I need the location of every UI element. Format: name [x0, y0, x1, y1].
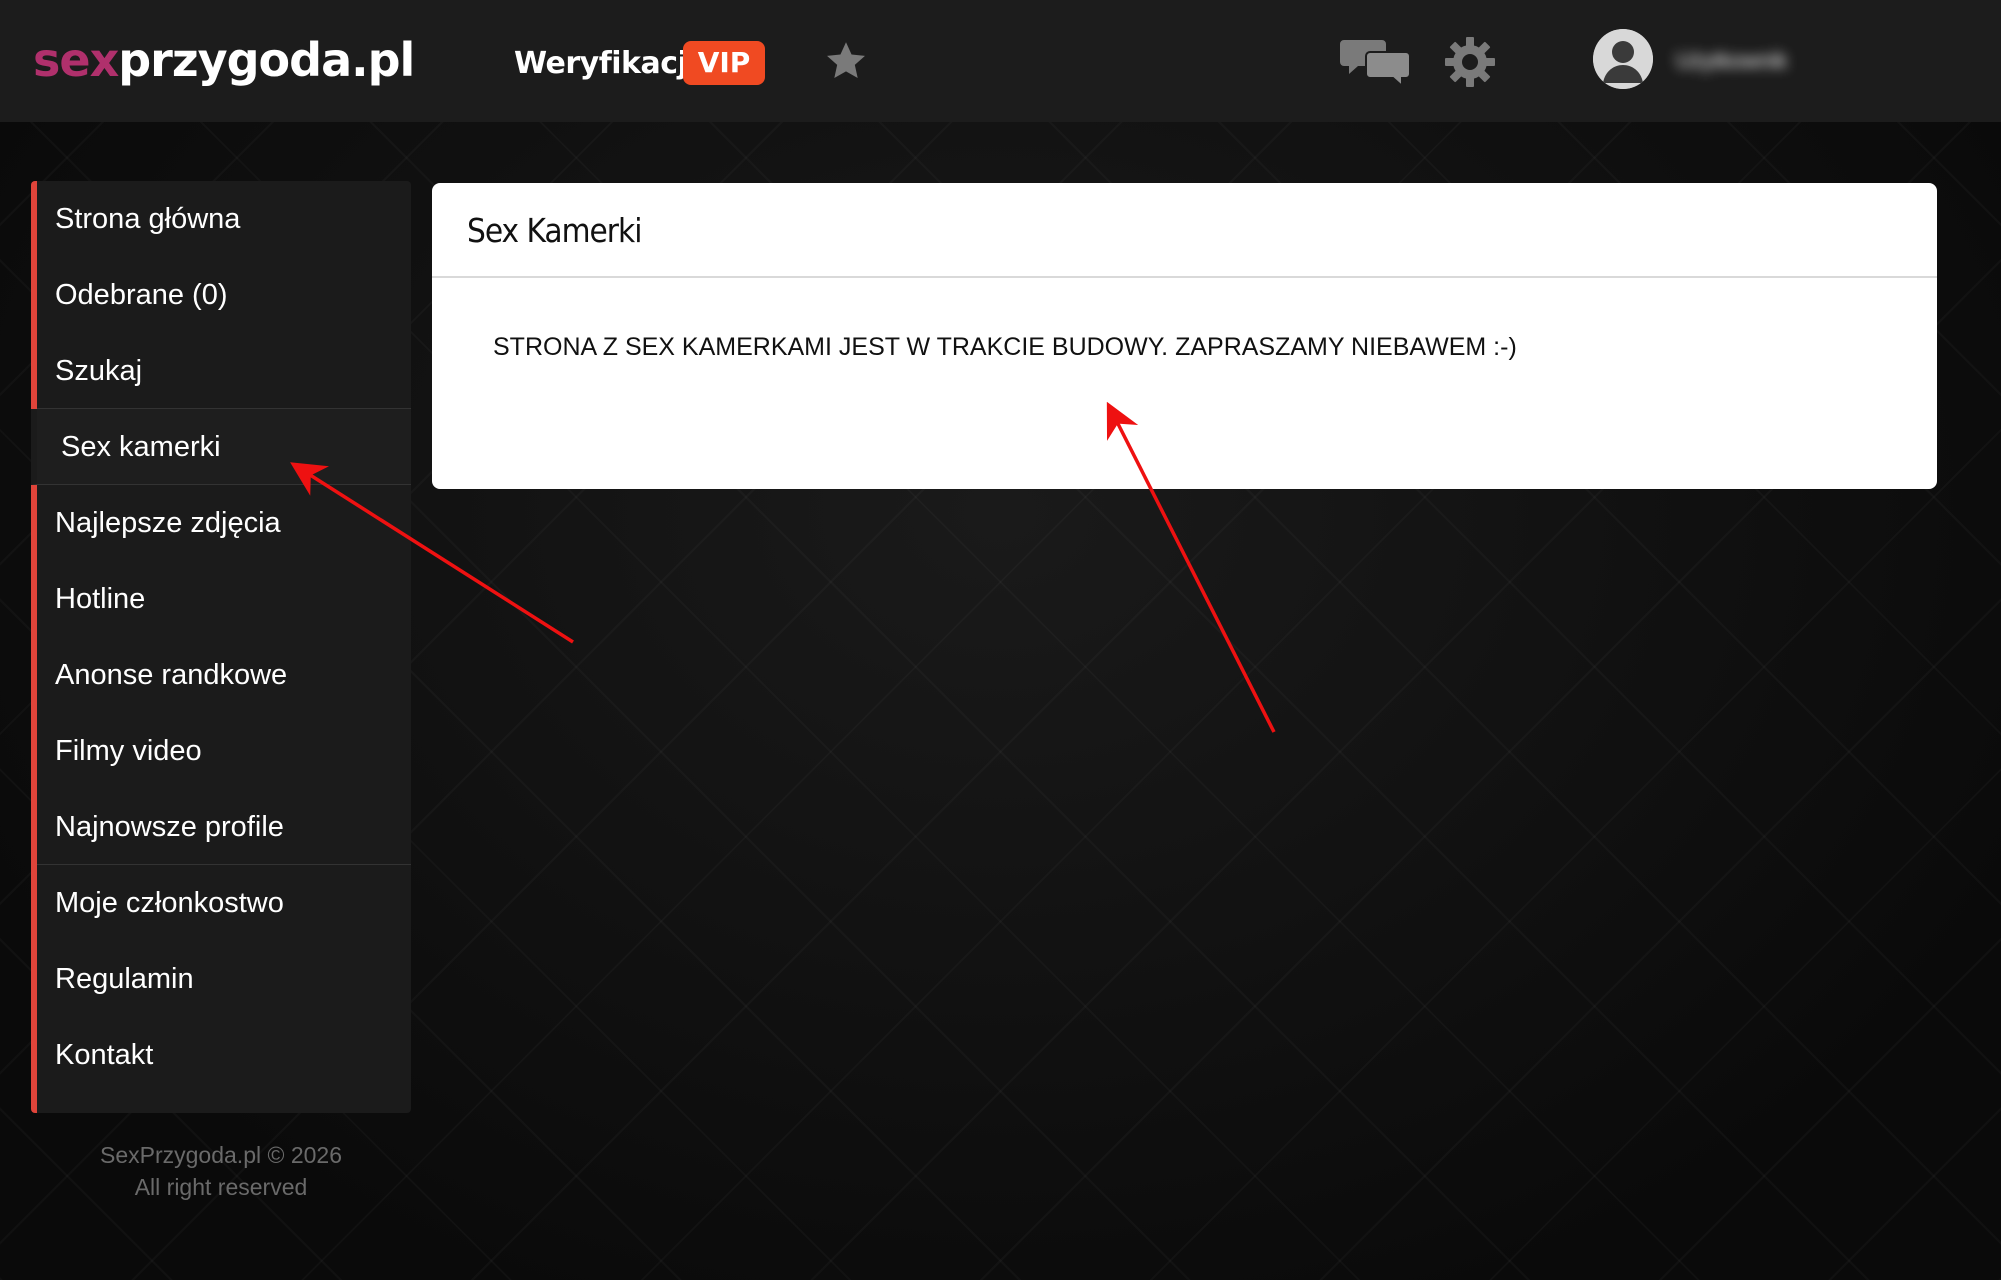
vip-badge[interactable]: VIP — [683, 41, 765, 85]
sidebar-item-search[interactable]: Szukaj — [37, 333, 411, 409]
logo-suffix: przygoda.pl — [118, 33, 415, 87]
sidebar-item-contact[interactable]: Kontakt — [37, 1017, 411, 1093]
construction-message: STRONA Z SEX KAMERKAMI JEST W TRAKCIE BU… — [493, 333, 1517, 361]
sidebar-item-home[interactable]: Strona główna — [37, 181, 411, 257]
logo-prefix: sex — [33, 33, 119, 87]
verify-link[interactable]: Weryfikacja — [514, 44, 708, 84]
sidebar-item-best-photos[interactable]: Najlepsze zdjęcia — [37, 485, 411, 561]
user-avatar-icon — [1593, 29, 1653, 89]
sidebar-item-sex-cams[interactable]: Sex kamerki — [31, 409, 411, 485]
top-navbar: sexprzygoda.pl Weryfikacja VIP Użytkowni… — [0, 0, 2001, 122]
sidebar-item-membership[interactable]: Moje członkostwo — [37, 865, 411, 941]
page-title: Sex Kamerki — [467, 211, 642, 250]
sidebar-item-newest-profiles[interactable]: Najnowsze profile — [37, 789, 411, 865]
sidebar-item-terms[interactable]: Regulamin — [37, 941, 411, 1017]
site-logo[interactable]: sexprzygoda.pl — [33, 32, 415, 88]
footer: SexPrzygoda.pl © 2026 All right reserved — [31, 1139, 411, 1203]
content-card: Sex Kamerki STRONA Z SEX KAMERKAMI JEST … — [432, 183, 1937, 489]
footer-copyright: SexPrzygoda.pl © 2026 — [100, 1142, 342, 1168]
sidebar-menu: Strona główna Odebrane (0) Szukaj Sex ka… — [31, 181, 411, 1113]
card-body: STRONA Z SEX KAMERKAMI JEST W TRAKCIE BU… — [432, 278, 1937, 362]
sidebar-item-hotline[interactable]: Hotline — [37, 561, 411, 637]
footer-rights: All right reserved — [134, 1174, 308, 1200]
star-icon[interactable] — [823, 38, 869, 84]
sidebar-item-inbox[interactable]: Odebrane (0) — [37, 257, 411, 333]
sidebar-item-dating-ads[interactable]: Anonse randkowe — [37, 637, 411, 713]
card-header: Sex Kamerki — [432, 183, 1937, 278]
user-avatar[interactable] — [1593, 29, 1653, 89]
chat-icon[interactable] — [1340, 36, 1412, 88]
username[interactable]: Użytkownik — [1676, 49, 1808, 73]
sidebar-item-videos[interactable]: Filmy video — [37, 713, 411, 789]
gear-icon[interactable] — [1444, 36, 1496, 88]
